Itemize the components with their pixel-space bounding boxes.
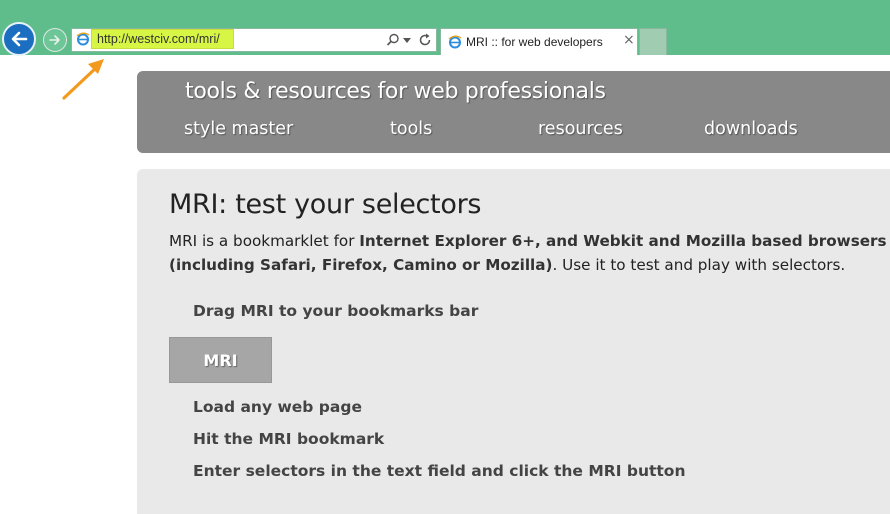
intro-prefix: MRI is a bookmarklet for <box>169 232 360 250</box>
nav-item-downloads[interactable]: downloads <box>704 119 798 139</box>
mri-bookmarklet-button[interactable]: MRI <box>169 337 272 383</box>
annotation-arrow-icon <box>62 59 104 100</box>
site-tagline: tools & resources for web professionals <box>185 79 606 104</box>
url-text[interactable]: http://westciv.com/mri/ <box>97 32 220 46</box>
ie-page-icon <box>448 35 462 49</box>
step-hit-bookmark: Hit the MRI bookmark <box>193 430 385 448</box>
step-drag-instruction: Drag MRI to your bookmarks bar <box>193 302 479 320</box>
refresh-icon[interactable] <box>418 33 432 47</box>
close-icon[interactable]: × <box>623 32 635 48</box>
chevron-down-icon[interactable] <box>403 38 411 43</box>
site-header: tools & resources for web professionals … <box>137 71 890 153</box>
step-load-page: Load any web page <box>193 398 362 416</box>
ie-page-icon <box>76 32 90 46</box>
nav-item-style-master[interactable]: style master <box>184 119 293 139</box>
forward-arrow-icon <box>49 35 60 45</box>
back-arrow-icon <box>11 31 28 47</box>
forward-button[interactable] <box>43 28 67 52</box>
page-title: MRI: test your selectors <box>169 189 482 220</box>
intro-paragraph: MRI is a bookmarklet for Internet Explor… <box>169 229 889 277</box>
tab-title: MRI :: for web developers <box>466 35 603 49</box>
intro-suffix: . Use it to test and play with selectors… <box>552 256 846 274</box>
address-bar[interactable]: http://westciv.com/mri/ <box>71 28 437 52</box>
browser-toolbar: http://westciv.com/mri/ MRI :: for web d… <box>0 0 890 56</box>
nav-item-resources[interactable]: resources <box>538 119 623 139</box>
mri-button-label: MRI <box>203 350 238 370</box>
step-enter-selectors: Enter selectors in the text field and cl… <box>193 462 686 480</box>
search-icon[interactable] <box>386 33 400 47</box>
new-tab-button[interactable] <box>639 28 667 55</box>
main-content: MRI: test your selectors MRI is a bookma… <box>137 169 890 514</box>
nav-item-tools[interactable]: tools <box>390 119 432 139</box>
tab-mri[interactable]: MRI :: for web developers × <box>440 28 638 55</box>
back-button[interactable] <box>2 22 36 56</box>
